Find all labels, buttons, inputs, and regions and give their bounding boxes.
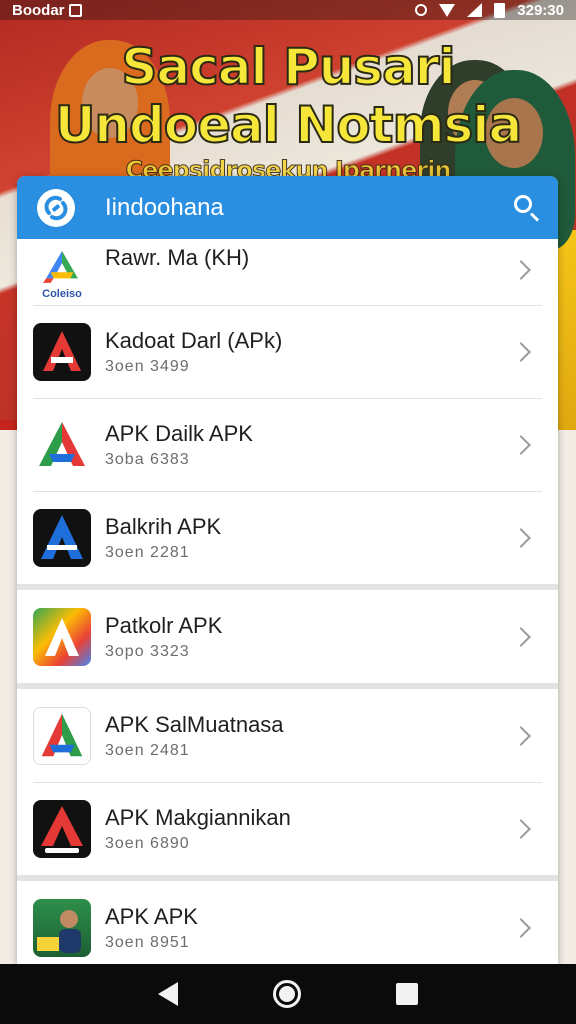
chevron-right-icon xyxy=(511,434,531,455)
app-meta: 3oen 2481 xyxy=(105,741,190,759)
rainbow-a-logo-icon xyxy=(33,607,91,666)
green-red-a-logo-icon xyxy=(33,415,91,474)
app-meta: 3oba 6383 xyxy=(105,450,190,468)
chevron-right-icon xyxy=(511,818,531,839)
clock: 329:30 xyxy=(517,1,564,19)
wifi-icon xyxy=(439,3,456,17)
photo-app-icon xyxy=(33,898,91,957)
app-meta: 3opo 3323 xyxy=(105,642,190,660)
recent-apps-icon[interactable] xyxy=(396,983,419,1005)
app-group-2: Patkolr APK 3opo 3323 xyxy=(17,590,558,683)
blue-a-logo-dark-icon xyxy=(33,508,91,567)
signal-icon xyxy=(467,3,483,17)
navigation-bar xyxy=(0,964,576,1024)
chevron-right-icon xyxy=(511,917,531,938)
list-item[interactable]: Patkolr APK 3opo 3323 xyxy=(17,590,558,683)
app-list-card: Iindoohana Coleiso Rawr. Ma (KH) Kadoat … xyxy=(17,176,558,964)
battery-icon xyxy=(494,2,506,18)
icon-caption: Coleiso xyxy=(42,288,82,300)
app-logo-icon[interactable] xyxy=(37,188,75,227)
app-name: APK Makgiannikan xyxy=(105,804,291,830)
app-bar: Iindoohana xyxy=(17,176,558,239)
app-meta: 3oen 8951 xyxy=(105,933,190,951)
list-item[interactable]: APK Dailk APK 3oba 6383 xyxy=(17,398,558,491)
list-item[interactable]: Kadoat Darl (APk) 3oen 3499 xyxy=(17,305,558,398)
poster-title-line1: Sacal Pusari xyxy=(120,37,456,97)
list-item[interactable]: Balkrih APK 3oen 2281 xyxy=(17,491,558,584)
app-group-3: APK SalMuatnasa 3oen 2481 APK Makgiannik… xyxy=(17,689,558,875)
app-name: Rawr. Ma (KH) xyxy=(105,245,250,270)
app-meta: 3oen 6890 xyxy=(105,834,190,852)
list-item[interactable]: APK APK 3oen 8951 xyxy=(17,881,558,964)
notification-icon xyxy=(68,3,82,17)
chevron-right-icon xyxy=(511,341,531,362)
carrier-text: Boodar xyxy=(12,1,65,19)
app-group-4: APK APK 3oen 8951 xyxy=(17,881,558,964)
app-name: APK Dailk APK xyxy=(105,420,253,446)
app-name: APK SalMuatnasa xyxy=(105,711,284,737)
chevron-right-icon xyxy=(511,527,531,548)
search-icon[interactable] xyxy=(512,193,542,223)
chevron-right-icon xyxy=(511,260,531,280)
list-item[interactable]: APK Makgiannikan 3oen 6890 xyxy=(17,782,558,875)
back-icon[interactable] xyxy=(157,982,178,1006)
red-a-logo-dark-2-icon xyxy=(33,799,91,858)
red-a-logo-dark-icon xyxy=(33,322,91,381)
google-style-a-logo-icon: Coleiso xyxy=(33,245,91,303)
app-meta: 3oen 3499 xyxy=(105,357,190,375)
app-group-1: Coleiso Rawr. Ma (KH) Kadoat Darl (APk) … xyxy=(17,239,558,584)
chevron-right-icon xyxy=(511,626,531,647)
home-icon[interactable] xyxy=(272,980,301,1008)
status-bar: Boodar 329:30 xyxy=(0,0,576,20)
app-name: Patkolr APK xyxy=(105,612,223,638)
red-green-a-logo-icon xyxy=(33,706,91,765)
app-name: APK APK xyxy=(105,903,198,929)
list-item[interactable]: APK SalMuatnasa 3oen 2481 xyxy=(17,689,558,782)
app-bar-title: Iindoohana xyxy=(105,193,224,221)
sync-icon xyxy=(415,4,428,16)
list-item[interactable]: Coleiso Rawr. Ma (KH) xyxy=(17,239,558,305)
chevron-right-icon xyxy=(511,725,531,746)
app-name: Balkrih APK xyxy=(105,513,222,539)
app-meta: 3oen 2281 xyxy=(105,543,190,561)
poster-title-line2: Undoeal Notmsia xyxy=(54,95,523,155)
app-name: Kadoat Darl (APk) xyxy=(105,327,283,353)
